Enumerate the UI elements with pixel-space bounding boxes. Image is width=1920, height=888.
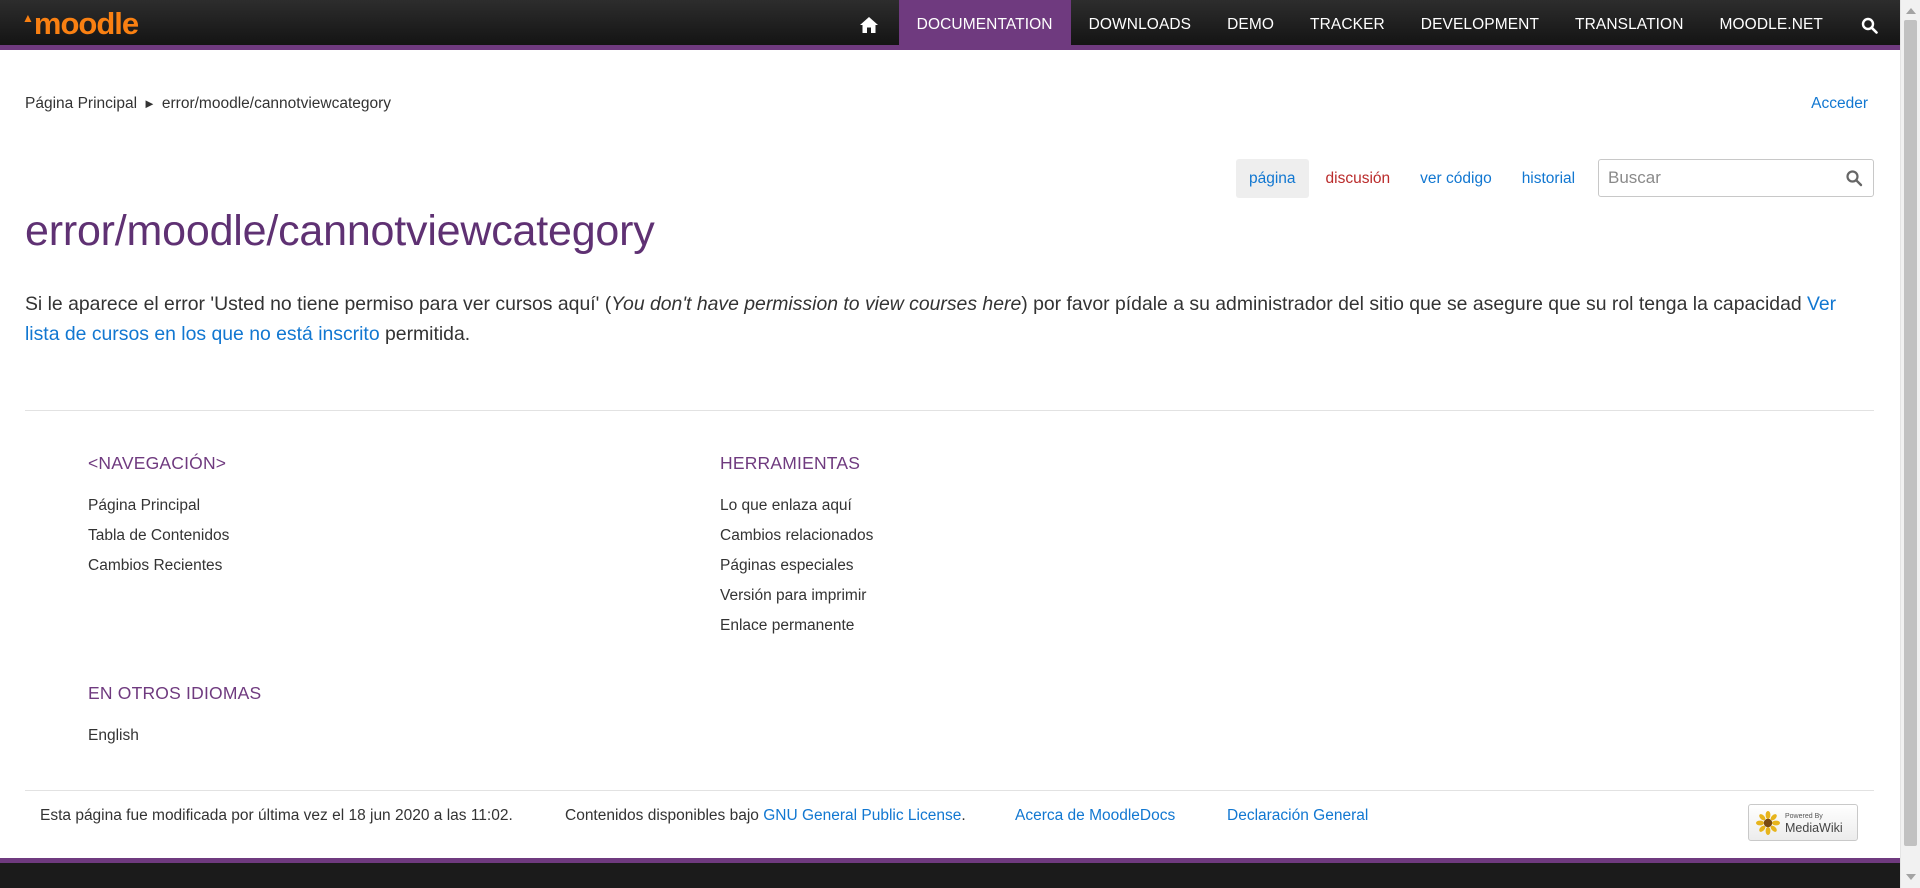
disclaimer-link[interactable]: Declaración General	[1227, 807, 1368, 825]
tab-history[interactable]: historial	[1509, 159, 1588, 198]
nav-link-recent-changes[interactable]: Cambios Recientes	[88, 551, 229, 581]
nav-link-main-page[interactable]: Página Principal	[88, 491, 229, 521]
nav-downloads[interactable]: DOWNLOADS	[1071, 0, 1210, 50]
page-title: error/moodle/cannotviewcategory	[25, 207, 655, 255]
nav-search[interactable]	[1841, 0, 1900, 50]
nav-translation[interactable]: TRANSLATION	[1557, 0, 1701, 50]
languages-heading: EN OTROS IDIOMAS	[88, 683, 262, 703]
nav-demo[interactable]: DEMO	[1209, 0, 1292, 50]
license-suffix: .	[961, 807, 966, 824]
tab-discussion[interactable]: discusión	[1313, 159, 1404, 198]
main-nav: DOCUMENTATION DOWNLOADS DEMO TRACKER DEV…	[839, 0, 1900, 50]
breadcrumb: Página Principal ► error/moodle/cannotview…	[25, 95, 391, 113]
moodle-logo[interactable]: ▲moodle	[22, 6, 139, 41]
divider	[25, 410, 1874, 411]
bottom-bar	[0, 858, 1900, 888]
wiki-search-box	[1598, 159, 1874, 197]
footer-navigation: <NAVEGACIÓN> Página Principal Tabla de C…	[88, 453, 229, 581]
lang-link-english[interactable]: English	[88, 721, 261, 751]
license-prefix: Contenidos disponibles bajo	[565, 807, 764, 824]
powered-text: Powered By MediaWiki	[1785, 812, 1843, 835]
tool-link-related-changes[interactable]: Cambios relacionados	[720, 521, 873, 551]
footer-divider	[25, 790, 1874, 791]
last-modified: Esta página fue modificada por última ve…	[40, 807, 513, 824]
mediawiki-flower-icon	[1756, 810, 1780, 835]
nav-tracker[interactable]: TRACKER	[1292, 0, 1403, 50]
tool-link-permalink[interactable]: Enlace permanente	[720, 611, 873, 641]
footer-tools: HERRAMIENTAS Lo que enlaza aquí Cambios …	[720, 453, 873, 641]
tab-view-source[interactable]: ver código	[1407, 159, 1505, 198]
logo-text: moodle	[33, 6, 139, 41]
about-link[interactable]: Acerca de MoodleDocs	[1015, 807, 1175, 825]
license-info: Contenidos disponibles bajo GNU General …	[565, 807, 966, 825]
search-input[interactable]	[1599, 160, 1829, 196]
tools-heading: HERRAMIENTAS	[720, 453, 861, 473]
tool-link-special-pages[interactable]: Páginas especiales	[720, 551, 873, 581]
content-text-middle: ) por favor pídale a su administrador de…	[1021, 293, 1808, 315]
content-italic: You don't have permission to view course…	[611, 293, 1022, 315]
scroll-up-arrow-icon[interactable]	[1906, 8, 1916, 14]
footer-languages: EN OTROS IDIOMAS English	[88, 683, 261, 751]
nav-link-contents[interactable]: Tabla de Contenidos	[88, 521, 229, 551]
tool-link-what-links-here[interactable]: Lo que enlaza aquí	[720, 491, 873, 521]
nav-documentation[interactable]: DOCUMENTATION	[898, 0, 1071, 50]
nav-home[interactable]	[839, 0, 899, 50]
powered-by-mediawiki-badge[interactable]: Powered By MediaWiki	[1748, 804, 1858, 841]
home-icon	[859, 17, 878, 33]
logo-cap-icon: ▲	[22, 11, 34, 25]
page-content: Si le aparece el error 'Usted no tiene p…	[25, 289, 1875, 349]
scroll-down-arrow-icon[interactable]	[1906, 874, 1916, 880]
search-button-icon[interactable]	[1845, 169, 1863, 187]
login-link[interactable]: Acceder	[1811, 95, 1868, 113]
nav-development[interactable]: DEVELOPMENT	[1403, 0, 1557, 50]
search-icon	[1861, 17, 1878, 34]
license-link[interactable]: GNU General Public License	[763, 807, 961, 824]
breadcrumb-separator: ►	[143, 96, 156, 111]
content-text-before: Si le aparece el error 'Usted no tiene p…	[25, 293, 612, 315]
powered-big: MediaWiki	[1785, 821, 1843, 835]
page-scrollbar[interactable]	[1900, 0, 1920, 888]
breadcrumb-current: error/moodle/cannotviewcategory	[161, 95, 392, 112]
tool-link-printable[interactable]: Versión para imprimir	[720, 581, 873, 611]
top-navbar: ▲moodle DOCUMENTATION DOWNLOADS DEMO TRA…	[0, 0, 1900, 50]
scroll-thumb[interactable]	[1904, 20, 1917, 846]
tab-page[interactable]: página	[1236, 159, 1309, 198]
navigation-heading: <NAVEGACIÓN>	[88, 453, 227, 473]
breadcrumb-home[interactable]: Página Principal	[25, 95, 137, 112]
content-text-after: permitida.	[379, 323, 471, 345]
page-tabs: página discusión ver código historial	[1236, 159, 1592, 198]
nav-moodle-net[interactable]: MOODLE.NET	[1702, 0, 1841, 50]
